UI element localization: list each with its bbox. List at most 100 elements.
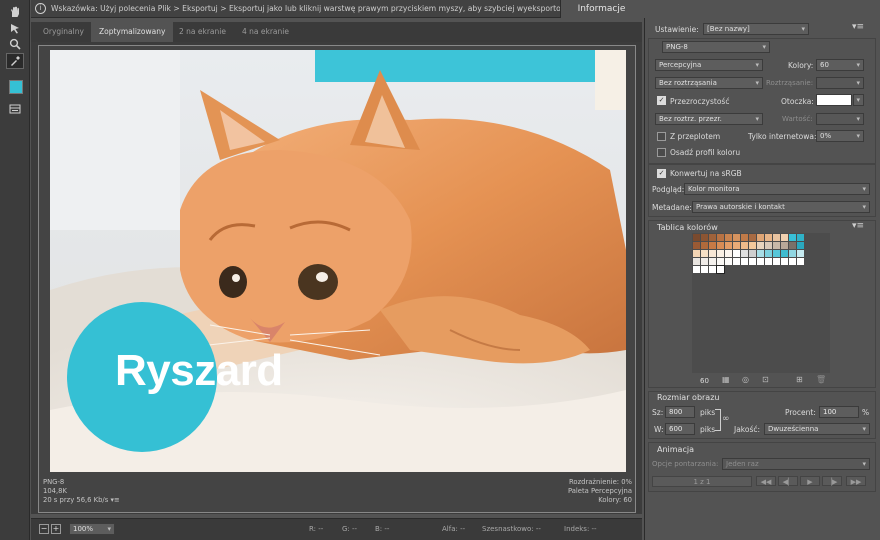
color-swatch[interactable] [741,242,748,249]
color-swatch[interactable] [741,250,748,257]
format-select[interactable]: PNG-8 [662,41,770,53]
quality-select[interactable]: Dwuześcienna [764,423,870,435]
color-swatch[interactable] [701,234,708,241]
color-swatch[interactable] [765,258,772,265]
color-swatch[interactable] [757,250,764,257]
color-swatch[interactable] [701,266,708,273]
transparency-dither-select[interactable]: Bez roztrz. przezr. [655,113,763,125]
embed-profile-checkbox[interactable] [657,148,666,157]
panel-menu-icon[interactable]: ▾≡ [852,22,864,32]
color-swatch[interactable] [701,242,708,249]
web-snap-select[interactable]: 0% [816,130,864,142]
color-swatch[interactable] [693,258,700,265]
first-frame-button[interactable]: ◀◀ [756,476,776,486]
color-table-grid[interactable] [692,233,830,373]
eyedropper-tool-icon[interactable] [6,53,24,69]
download-speed-menu-icon[interactable]: ▾≡ [110,496,119,504]
color-swatch[interactable] [725,242,732,249]
matte-color-swatch[interactable] [816,94,852,106]
color-swatch[interactable] [725,234,732,241]
color-swatch[interactable] [693,266,700,273]
zoom-out-button[interactable]: − [39,524,49,534]
slice-select-tool-icon[interactable] [6,20,24,36]
color-swatch[interactable] [709,242,716,249]
color-swatch[interactable] [773,242,780,249]
color-swatch[interactable] [765,234,772,241]
color-swatch[interactable] [781,258,788,265]
color-swatch[interactable] [797,250,804,257]
color-swatch[interactable] [789,250,796,257]
height-input[interactable]: 600 [665,423,695,435]
color-swatch[interactable] [789,234,796,241]
color-swatch[interactable] [781,250,788,257]
color-swatch[interactable] [701,258,708,265]
color-swatch[interactable] [781,242,788,249]
preset-select[interactable]: [Bez nazwy] [703,23,809,35]
eyedropper-color-swatch[interactable] [9,80,23,94]
color-swatch[interactable] [749,234,756,241]
tab-original[interactable]: Oryginalny [35,22,92,42]
color-swatch[interactable] [717,242,724,249]
color-swatch[interactable] [757,258,764,265]
color-swatch[interactable] [797,242,804,249]
color-swatch[interactable] [709,234,716,241]
zoom-tool-icon[interactable] [6,36,24,52]
link-proportions-icon[interactable]: ∞ [722,414,730,424]
color-swatch[interactable] [789,242,796,249]
color-swatch[interactable] [797,258,804,265]
trash-icon[interactable]: 🗑 [816,375,826,384]
lock-color-icon[interactable]: ⊡ [762,375,769,384]
last-frame-button[interactable]: ▶▶ [846,476,866,486]
color-reduction-select[interactable]: Percepcyjna [655,59,763,71]
color-swatch[interactable] [693,234,700,241]
tab-optimized[interactable]: Zoptymalizowany [91,22,174,42]
color-swatch[interactable] [709,258,716,265]
width-input[interactable]: 800 [665,406,695,418]
color-swatch[interactable] [757,234,764,241]
previous-frame-button[interactable]: ◀▏ [778,476,798,486]
color-swatch[interactable] [749,258,756,265]
color-swatch[interactable] [749,250,756,257]
preview-color-select[interactable]: Kolor monitora [684,183,870,195]
zoom-in-button[interactable]: + [51,524,61,534]
percent-input[interactable]: 100 [819,406,859,418]
toggle-slices-icon[interactable] [6,101,24,117]
next-frame-button[interactable]: ▕▶ [822,476,842,486]
color-swatch[interactable] [717,258,724,265]
color-swatch[interactable] [757,242,764,249]
color-swatch[interactable] [781,234,788,241]
zoom-level-select[interactable]: 100% [69,523,115,535]
info-panel-tab[interactable]: Informacje [560,0,642,18]
metadata-select[interactable]: Prawa autorskie i kontakt [692,201,870,213]
color-swatch[interactable] [733,242,740,249]
color-swatch[interactable] [741,234,748,241]
map-to-transparent-icon[interactable]: ▦ [722,375,730,384]
convert-srgb-checkbox[interactable]: ✓ [657,169,666,178]
color-swatch[interactable] [773,258,780,265]
color-swatch[interactable] [733,250,740,257]
color-swatch[interactable] [765,242,772,249]
matte-dropdown[interactable] [853,94,864,106]
new-color-icon[interactable]: ⊞ [796,375,803,384]
color-swatch[interactable] [741,258,748,265]
interlaced-checkbox[interactable] [657,132,666,141]
tab-2-up[interactable]: 2 na ekranie [171,22,234,42]
color-swatch[interactable] [749,242,756,249]
play-button[interactable]: ▶ [800,476,820,486]
color-swatch[interactable] [765,250,772,257]
color-swatch[interactable] [773,234,780,241]
color-swatch[interactable] [709,250,716,257]
tab-4-up[interactable]: 4 na ekranie [234,22,297,42]
color-swatch[interactable] [716,265,725,274]
color-swatch[interactable] [717,234,724,241]
color-swatch[interactable] [773,250,780,257]
transparency-checkbox[interactable]: ✓ [657,96,666,105]
color-swatch[interactable] [797,234,804,241]
color-swatch[interactable] [709,266,716,273]
web-shift-icon[interactable]: ◎ [742,375,749,384]
colors-select[interactable]: 60 [816,59,864,71]
dither-algorithm-select[interactable]: Bez roztrząsania [655,77,763,89]
color-swatch[interactable] [717,250,724,257]
color-swatch[interactable] [725,250,732,257]
color-swatch[interactable] [693,250,700,257]
